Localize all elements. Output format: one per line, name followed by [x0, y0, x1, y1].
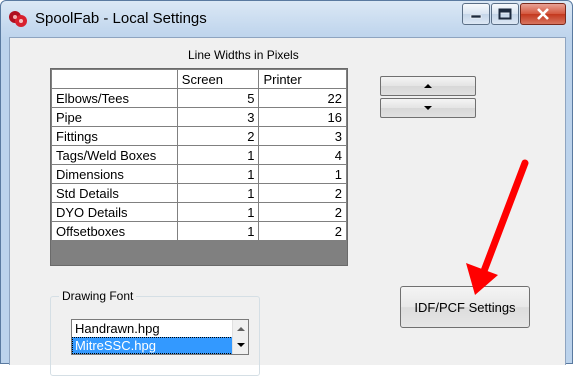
row-label: DYO Details [51, 202, 178, 222]
line-widths-grid[interactable]: Screen Printer Elbows/Tees 5 22 Pipe 3 1… [50, 68, 348, 266]
printer-width-cell[interactable]: 2 [258, 183, 347, 203]
table-row: Dimensions 1 1 [51, 164, 347, 184]
table-header-row: Screen Printer [51, 69, 347, 89]
title-bar[interactable]: SpoolFab - Local Settings [1, 1, 572, 37]
screen-width-cell[interactable]: 1 [176, 145, 260, 165]
printer-width-cell[interactable]: 3 [258, 126, 347, 146]
screen-width-cell[interactable]: 1 [176, 183, 260, 203]
screen-width-cell[interactable]: 5 [176, 88, 260, 108]
table-row: Pipe 3 16 [51, 107, 347, 127]
screen-width-cell[interactable]: 1 [176, 221, 260, 241]
up-arrow-icon [424, 84, 432, 88]
printer-width-cell[interactable]: 2 [258, 202, 347, 222]
minimize-button[interactable] [462, 3, 490, 25]
line-widths-table: Screen Printer Elbows/Tees 5 22 Pipe 3 1… [51, 69, 347, 241]
move-down-button[interactable] [380, 98, 476, 118]
table-row: Std Details 1 2 [51, 183, 347, 203]
move-buttons [380, 76, 476, 120]
close-button[interactable] [520, 3, 566, 25]
line-widths-title: Line Widths in Pixels [188, 48, 299, 62]
row-label: Std Details [51, 183, 178, 203]
move-up-button[interactable] [380, 76, 476, 96]
window-title: SpoolFab - Local Settings [35, 10, 207, 27]
font-list-item[interactable]: Handrawn.hpg [72, 320, 233, 337]
drawing-font-group: Drawing Font Handrawn.hpg MitreSSC.hpg [50, 289, 260, 376]
column-header-printer: Printer [258, 69, 347, 89]
table-row: Fittings 2 3 [51, 126, 347, 146]
idf-pcf-settings-button[interactable]: IDF/PCF Settings [400, 286, 530, 328]
printer-width-cell[interactable]: 16 [258, 107, 347, 127]
down-arrow-icon [424, 106, 432, 110]
close-icon [537, 8, 549, 20]
column-header-screen: Screen [176, 69, 260, 89]
font-listbox[interactable]: Handrawn.hpg MitreSSC.hpg [71, 319, 249, 355]
printer-width-cell[interactable]: 2 [258, 221, 347, 241]
row-label: Tags/Weld Boxes [51, 145, 178, 165]
row-label: Pipe [51, 107, 178, 127]
scroll-down-arrow-icon [236, 343, 245, 347]
table-row: Tags/Weld Boxes 1 4 [51, 145, 347, 165]
row-label: Fittings [51, 126, 178, 146]
screen-width-cell[interactable]: 2 [176, 126, 260, 146]
dialog-client-area: Line Widths in Pixels Screen Printer Elb… [9, 37, 566, 376]
table-row: DYO Details 1 2 [51, 202, 347, 222]
red-spool-icon [9, 11, 27, 27]
table-row: Elbows/Tees 5 22 [51, 88, 347, 108]
font-list-item-selected[interactable]: MitreSSC.hpg [72, 337, 233, 354]
corner-cell [51, 69, 178, 89]
caption-buttons [461, 3, 566, 25]
maximize-button[interactable] [491, 3, 519, 25]
row-label: Offsetboxes [51, 221, 178, 241]
screen-width-cell[interactable]: 1 [176, 164, 260, 184]
scroll-up-arrow-icon [236, 327, 245, 331]
maximize-icon [498, 8, 512, 20]
minimize-icon [470, 14, 482, 19]
row-label: Dimensions [51, 164, 178, 184]
table-row: Offsetboxes 1 2 [51, 221, 347, 241]
printer-width-cell[interactable]: 22 [258, 88, 347, 108]
screen-width-cell[interactable]: 1 [176, 202, 260, 222]
printer-width-cell[interactable]: 1 [258, 164, 347, 184]
printer-width-cell[interactable]: 4 [258, 145, 347, 165]
listbox-scrollbar[interactable] [232, 320, 248, 354]
settings-window: SpoolFab - Local Settings Line Widths in… [0, 0, 573, 376]
row-label: Elbows/Tees [51, 88, 178, 108]
drawing-font-legend: Drawing Font [59, 289, 137, 303]
screen-width-cell[interactable]: 3 [176, 107, 260, 127]
scroll-up-button[interactable] [233, 320, 248, 337]
scroll-down-button[interactable] [233, 337, 248, 354]
